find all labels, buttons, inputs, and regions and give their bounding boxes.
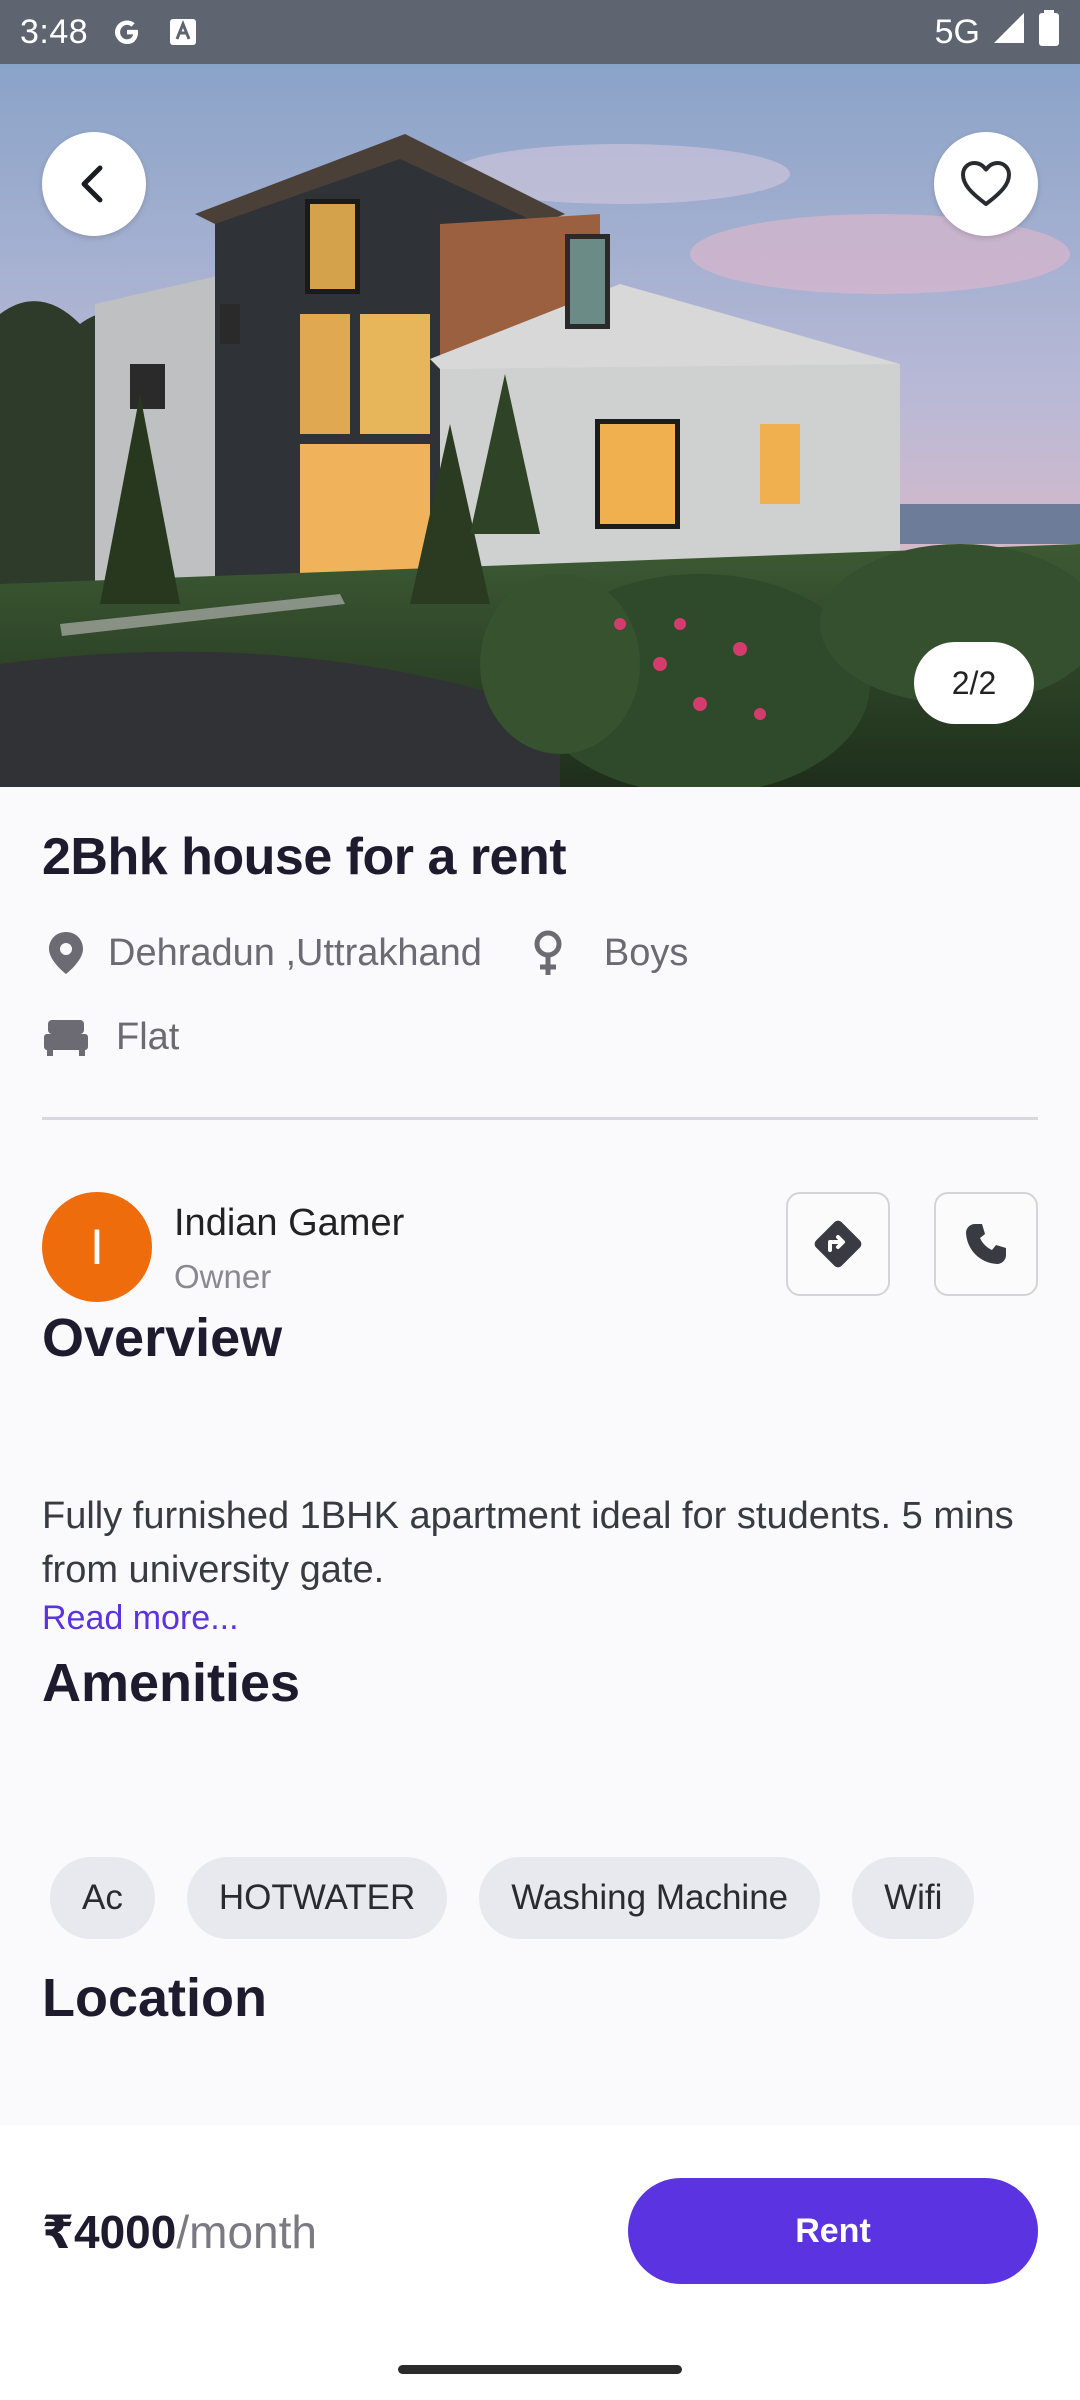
heart-outline-icon	[961, 161, 1011, 206]
status-right: 5G	[934, 9, 1060, 55]
rent-button[interactable]: Rent	[628, 2178, 1038, 2284]
favorite-button[interactable]	[934, 132, 1038, 236]
listing-location: Dehradun ,Uttrakhand	[108, 931, 482, 974]
call-button[interactable]	[934, 1192, 1038, 1296]
bottom-bar: ₹4000/month Rent	[0, 2125, 1080, 2400]
listing-gender: Boys	[603, 931, 689, 974]
image-counter: 2/2	[914, 642, 1034, 724]
gender-icon	[524, 929, 572, 977]
listing-type: Flat	[116, 1015, 180, 1058]
owner-name: Indian Gamer	[174, 1202, 405, 1244]
network-label: 5G	[934, 12, 980, 51]
back-arrow-icon	[81, 165, 103, 203]
price-period: /month	[176, 2206, 317, 2258]
property-detail-screen: 3:48 5G 2/2 2Bhk house for a rent Dehrad…	[0, 0, 1080, 2400]
location-pin-icon	[42, 929, 90, 977]
listing-title: 2Bhk house for a rent	[42, 828, 567, 886]
directions-button[interactable]	[786, 1192, 890, 1296]
bed-icon	[42, 1013, 90, 1061]
price: ₹4000/month	[42, 2205, 317, 2259]
signal-icon	[992, 11, 1026, 54]
amenity-chip: Wifi	[852, 1857, 975, 1939]
directions-icon	[814, 1220, 862, 1268]
status-bar: 3:48 5G	[0, 0, 1080, 64]
type-row: Flat	[42, 1013, 179, 1061]
location-gender-row: Dehradun ,Uttrakhand Boys	[42, 929, 688, 977]
owner-card: I Indian Gamer Owner	[42, 1192, 1038, 1302]
overview-heading: Overview	[42, 1308, 283, 1368]
avatar: I	[42, 1192, 152, 1302]
property-gallery[interactable]: 2/2	[0, 64, 1080, 787]
amenities-list: Ac HOTWATER Washing Machine Wifi	[50, 1857, 975, 1939]
owner-role: Owner	[174, 1258, 272, 1295]
location-heading: Location	[42, 1968, 267, 2028]
google-icon	[110, 15, 144, 49]
font-a-icon	[166, 15, 200, 49]
home-indicator[interactable]	[398, 2365, 682, 2374]
overview-text: Fully furnished 1BHK apartment ideal for…	[42, 1495, 1014, 1591]
phone-icon	[966, 1224, 1006, 1264]
status-time: 3:48	[20, 12, 89, 51]
battery-icon	[1038, 9, 1060, 55]
amenity-chip: Ac	[50, 1857, 155, 1939]
amenity-chip: HOTWATER	[186, 1857, 448, 1939]
read-more-link[interactable]: Read more...	[42, 1599, 239, 1638]
back-button[interactable]	[42, 132, 146, 236]
divider	[42, 1117, 1038, 1120]
amenity-chip: Washing Machine	[479, 1857, 821, 1939]
price-amount: ₹4000	[42, 2206, 177, 2258]
amenities-heading: Amenities	[42, 1653, 301, 1713]
